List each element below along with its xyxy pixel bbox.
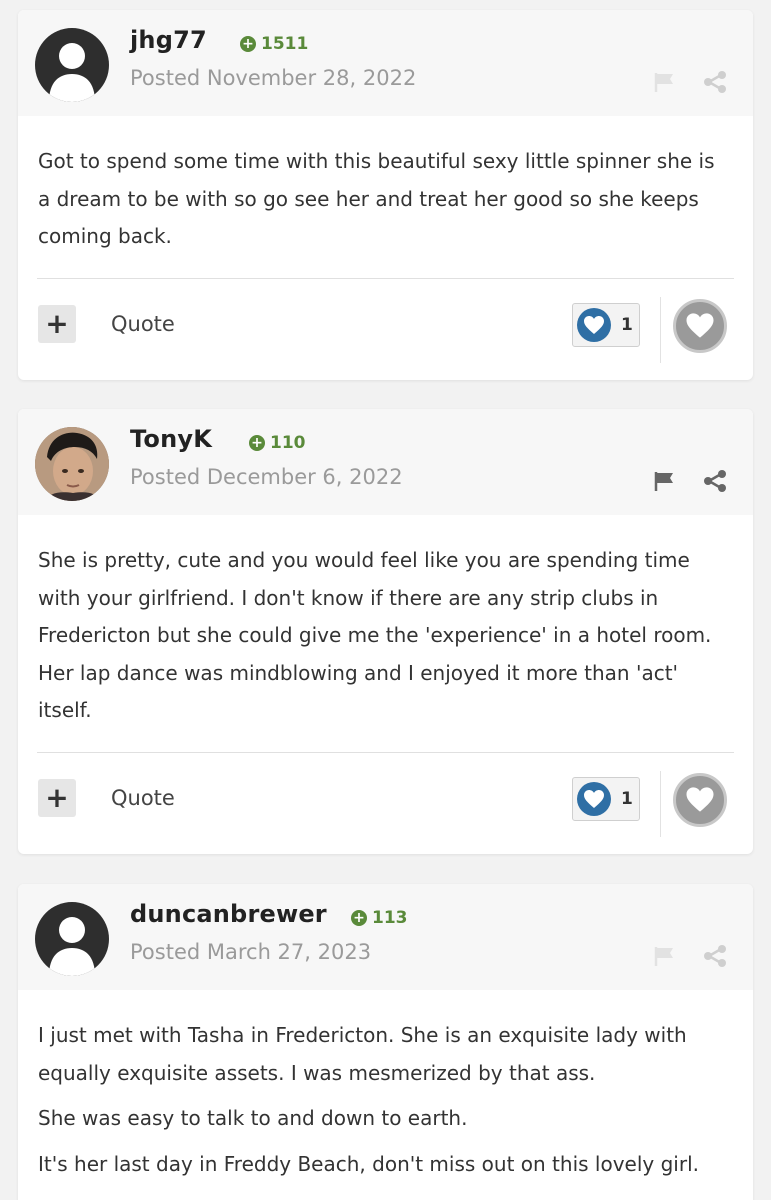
post-content: She is pretty, cute and you would feel l… [18,515,753,730]
reputation-badge: + 113 [351,908,408,928]
post-footer: + Quote 1 [18,279,753,374]
post-header: duncanbrewer + 113 Posted March 27, 2023 [18,884,753,990]
like-count: 1 [621,314,633,335]
post-paragraph: I just met with Tasha in Fredericton. Sh… [38,1023,687,1085]
post-card: duncanbrewer + 113 Posted March 27, 2023… [18,884,753,1200]
reputation-badge: + 110 [249,433,306,453]
avatar[interactable] [35,902,109,976]
reputation-count: 1511 [261,34,309,54]
post-card: TonyK + 110 Posted December 6, 2022 She … [18,409,753,854]
post-paragraph: Got to spend some time with this beautif… [38,149,715,248]
share-icon[interactable] [702,70,728,94]
avatar[interactable] [35,28,109,102]
report-flag-icon[interactable] [652,944,678,968]
post-content: I just met with Tasha in Fredericton. Sh… [18,990,753,1183]
quote-button[interactable]: Quote [111,312,175,336]
post-date[interactable]: Posted March 27, 2023 [130,940,371,964]
avatar[interactable] [35,427,109,501]
post-date[interactable]: Posted November 28, 2022 [130,66,416,90]
reputation-count: 113 [372,908,408,928]
divider [660,770,661,837]
author-name[interactable]: jhg77 [130,26,207,54]
reputation-badge: + 1511 [240,34,308,54]
plus-circle-icon: + [351,910,367,926]
multiquote-button[interactable]: + [38,304,76,343]
post-paragraph: She was easy to talk to and down to eart… [38,1106,468,1130]
default-avatar-icon [35,28,109,102]
default-avatar-icon [35,902,109,976]
post-footer: + Quote 1 [18,753,753,848]
post-date[interactable]: Posted December 6, 2022 [130,465,403,489]
plus-circle-icon: + [240,36,256,52]
report-flag-icon[interactable] [652,469,678,493]
like-heart-icon [577,307,611,342]
react-heart-button[interactable] [673,772,727,827]
react-heart-button[interactable] [673,298,727,353]
post-header: TonyK + 110 Posted December 6, 2022 [18,409,753,515]
reaction-count-box[interactable]: 1 [572,302,640,347]
divider [660,296,661,363]
share-icon[interactable] [702,944,728,968]
post-paragraph: She is pretty, cute and you would feel l… [38,548,712,722]
post-header: jhg77 + 1511 Posted November 28, 2022 [18,10,753,116]
post-content: Got to spend some time with this beautif… [18,116,753,256]
reputation-count: 110 [270,433,306,453]
reaction-count-box[interactable]: 1 [572,776,640,821]
post-card: jhg77 + 1511 Posted November 28, 2022 Go… [18,10,753,380]
user-photo-avatar [35,427,109,501]
author-name[interactable]: duncanbrewer [130,900,327,928]
plus-circle-icon: + [249,435,265,451]
share-icon[interactable] [702,469,728,493]
report-flag-icon[interactable] [652,70,678,94]
post-paragraph: It's her last day in Freddy Beach, don't… [38,1151,699,1176]
quote-button[interactable]: Quote [111,786,175,810]
like-heart-icon [577,781,611,816]
multiquote-button[interactable]: + [38,778,76,817]
like-count: 1 [621,788,633,809]
author-name[interactable]: TonyK [130,425,212,453]
